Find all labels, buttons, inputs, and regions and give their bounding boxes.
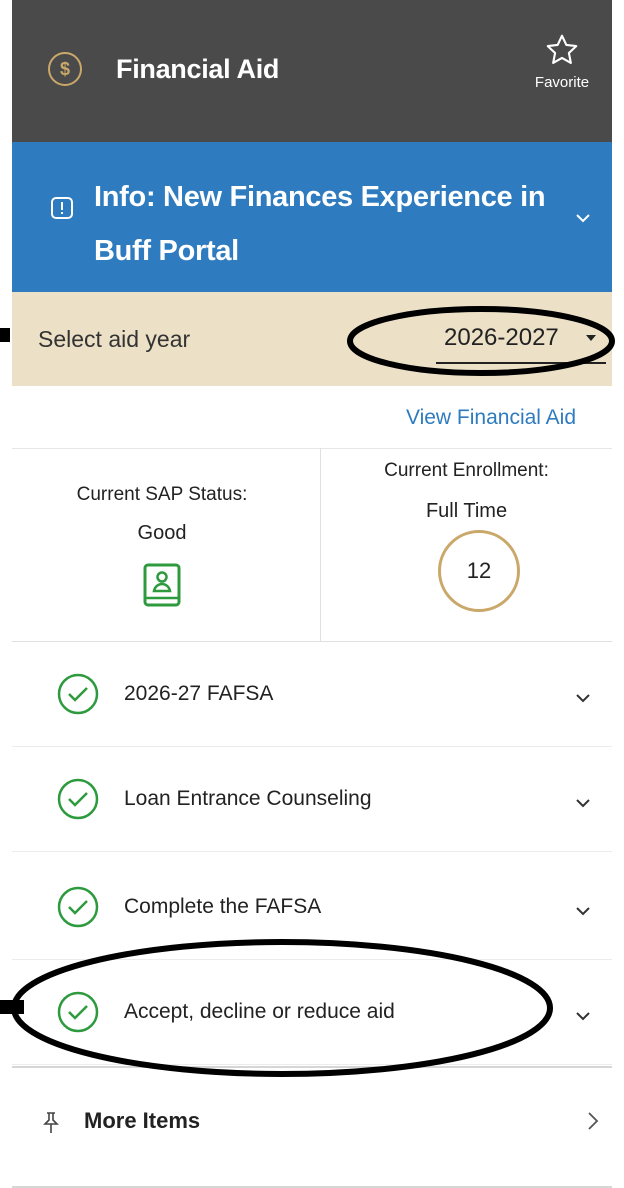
more-items-label: More Items — [84, 1108, 201, 1133]
contact-book-icon — [143, 563, 181, 607]
credit-hours-badge: 12 — [438, 530, 520, 612]
view-link-row: View Financial Aid — [12, 386, 612, 449]
checklist-item[interactable]: Accept, decline or reduce aid — [12, 960, 612, 1065]
check-circle-icon — [57, 673, 99, 715]
card-header: $ Financial Aid Favorite — [12, 0, 612, 142]
info-banner[interactable]: Info: New Finances Experience in Buff Po… — [12, 142, 612, 292]
chevron-down-icon — [576, 694, 590, 703]
aid-year-value: 2026-2027 — [444, 324, 559, 351]
pin-icon — [43, 1112, 59, 1133]
check-circle-icon — [57, 778, 99, 820]
checklist-item[interactable]: 2026-27 FAFSA — [12, 642, 612, 747]
check-circle-icon — [57, 991, 99, 1033]
chevron-down-icon — [576, 799, 590, 808]
banner-text: Info: New Finances Experience in Buff Po… — [94, 181, 546, 267]
view-financial-aid-link[interactable]: View Financial Aid — [406, 406, 576, 430]
card-title: Financial Aid — [116, 54, 280, 84]
chevron-right-icon — [588, 1112, 599, 1130]
financial-aid-card: $ Financial Aid Favorite Info: New Finan… — [12, 0, 612, 1188]
enrollment-label: Current Enrollment: — [384, 460, 549, 481]
enrollment-value: Full Time — [425, 500, 508, 522]
favorite-label: Favorite — [534, 74, 590, 91]
chevron-down-icon — [576, 214, 590, 223]
checklist-item-label: Accept, decline or reduce aid — [124, 1000, 395, 1023]
favorite-button[interactable]: Favorite — [522, 32, 602, 91]
checklist-item-label: 2026-27 FAFSA — [124, 682, 274, 705]
select-underline — [436, 362, 606, 364]
info-alert-icon — [51, 197, 73, 219]
chevron-down-icon — [576, 907, 590, 916]
dollar-coin-icon: $ — [48, 52, 82, 86]
dropdown-caret-icon — [586, 335, 596, 341]
aid-year-select[interactable]: 2026-2027 — [436, 316, 606, 364]
status-panel: Current SAP Status: Good Current Enrollm… — [12, 448, 612, 642]
checklist-item[interactable]: Loan Entrance Counseling — [12, 747, 612, 852]
sap-status-value: Good — [137, 522, 187, 544]
sap-status-label: Current SAP Status: — [76, 484, 248, 505]
more-items-row[interactable]: More Items — [12, 1066, 612, 1188]
chevron-down-icon — [576, 1012, 590, 1021]
aid-year-label: Select aid year — [38, 326, 191, 352]
checklist-item[interactable]: Complete the FAFSA — [12, 855, 612, 960]
star-icon — [546, 34, 578, 64]
checklist-item-label: Loan Entrance Counseling — [124, 787, 372, 810]
check-circle-icon — [57, 886, 99, 928]
aid-year-row: Select aid year 2026-2027 — [12, 292, 612, 386]
checklist-item-label: Complete the FAFSA — [124, 895, 322, 918]
